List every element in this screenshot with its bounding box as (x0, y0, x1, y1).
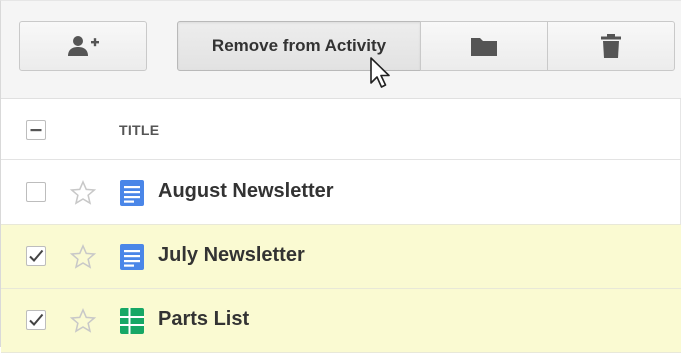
file-name[interactable]: July Newsletter (158, 244, 305, 267)
row-checkbox[interactable] (26, 182, 46, 202)
star-icon[interactable] (69, 179, 97, 212)
mouse-pointer-icon (369, 56, 395, 95)
trash-icon (600, 33, 622, 59)
delete-button[interactable] (547, 21, 675, 71)
spreadsheet-icon (119, 307, 145, 340)
indeterminate-icon (30, 129, 42, 132)
select-all-checkbox[interactable] (26, 120, 46, 140)
star-icon[interactable] (69, 307, 97, 340)
remove-from-activity-label: Remove from Activity (211, 36, 387, 55)
checkmark-icon (29, 249, 44, 262)
checkmark-icon (29, 313, 44, 326)
app-frame: Remove from Activity TITLE August Newsle… (0, 0, 681, 353)
person-add-icon (66, 34, 100, 58)
title-column-header[interactable]: TITLE (119, 122, 159, 138)
list-item[interactable]: July Newsletter (1, 225, 681, 289)
document-icon (119, 243, 145, 276)
file-name[interactable]: August Newsletter (158, 180, 334, 203)
file-name[interactable]: Parts List (158, 308, 249, 331)
list-item[interactable]: August Newsletter (1, 161, 681, 225)
move-to-folder-button[interactable] (420, 21, 548, 71)
list-item[interactable]: Parts List (1, 289, 681, 353)
toolbar: Remove from Activity (1, 1, 681, 99)
row-checkbox[interactable] (26, 246, 46, 266)
document-icon (119, 179, 145, 212)
share-button[interactable] (19, 21, 147, 71)
list-header: TITLE (1, 100, 681, 160)
row-checkbox[interactable] (26, 310, 46, 330)
folder-icon (470, 35, 498, 57)
star-icon[interactable] (69, 243, 97, 276)
